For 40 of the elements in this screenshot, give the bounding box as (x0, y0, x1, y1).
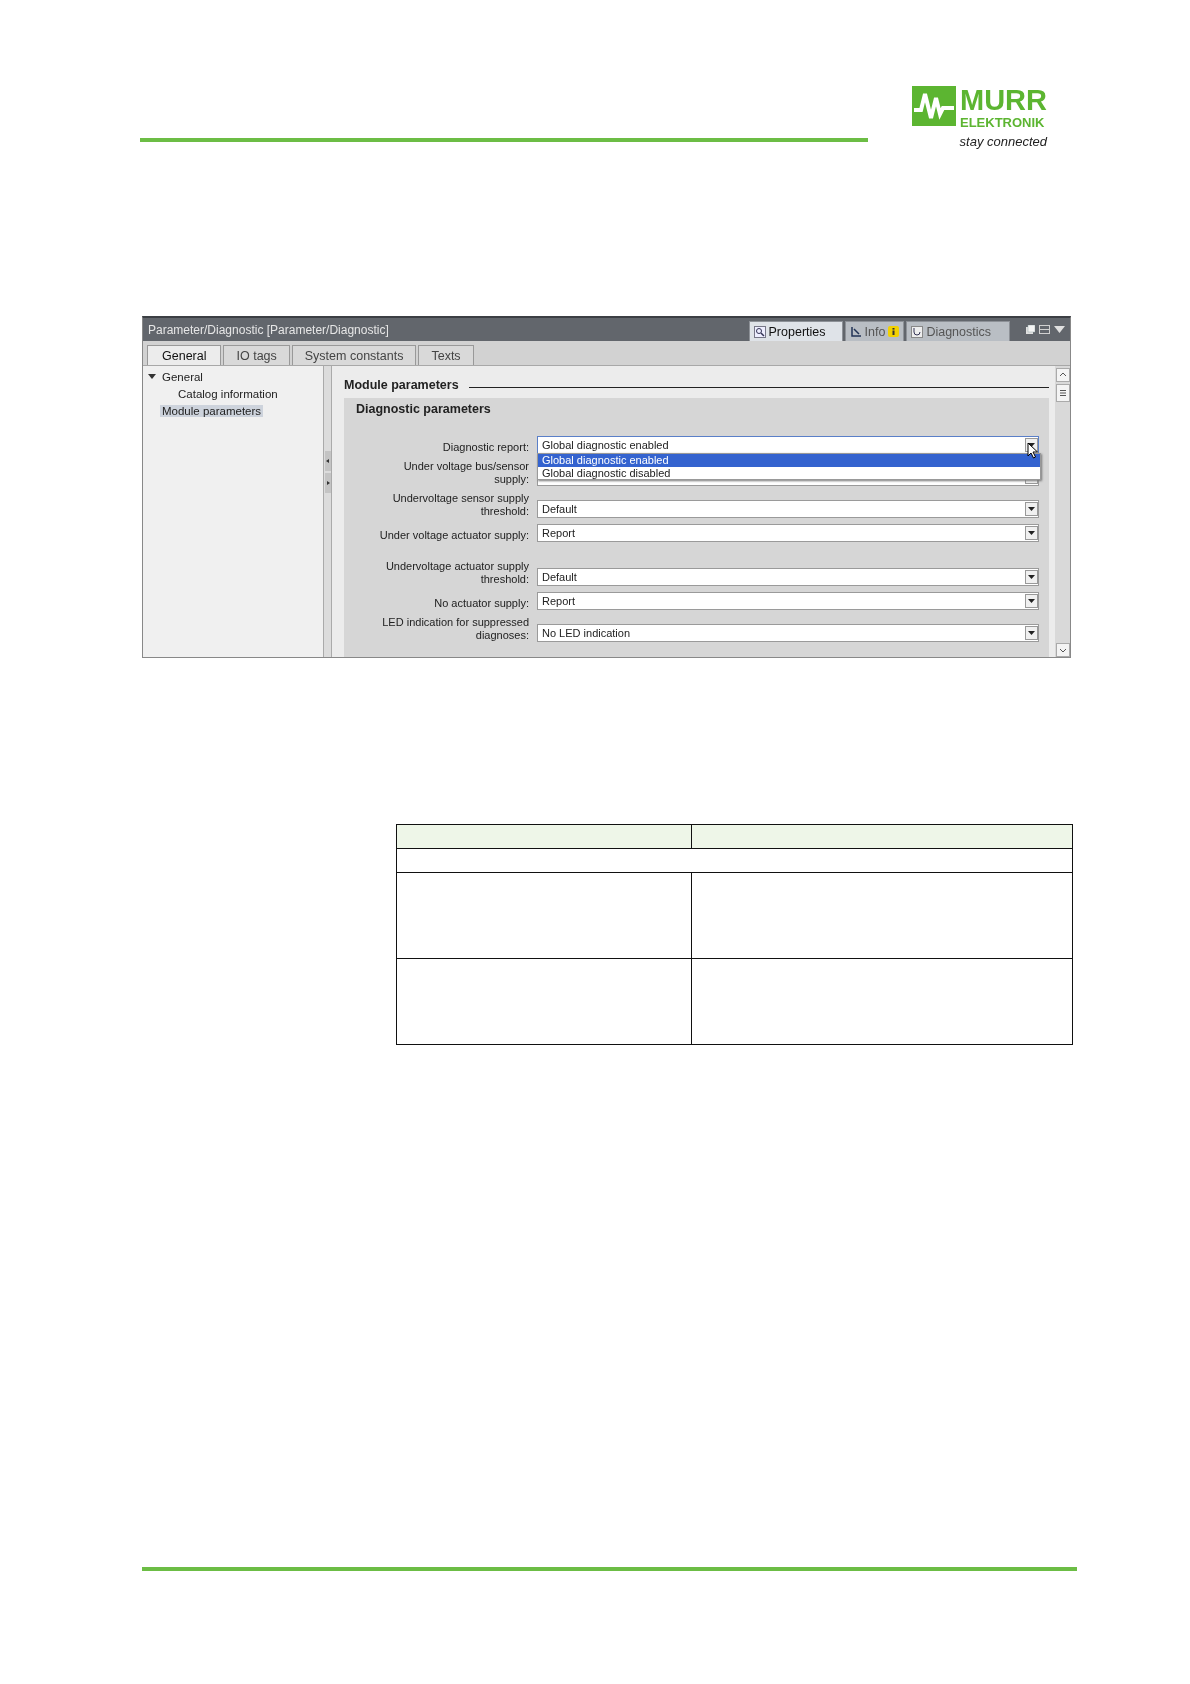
field-label: Diagnostic report: (441, 441, 530, 454)
layout-icon[interactable] (1039, 325, 1050, 334)
dropdown-option[interactable]: Global diagnostic disabled (538, 466, 1040, 479)
field-label: Under voltage actuator supply: (378, 529, 530, 542)
field-label: Undervoltage actuator supply threshold: (384, 560, 530, 586)
scroll-thumb-icon[interactable] (1055, 384, 1070, 402)
panel-tab[interactable]: Diagnostics (906, 321, 1010, 341)
tab[interactable]: IO tags (223, 345, 290, 365)
field-label: Undervoltage sensor supply threshold: (391, 492, 530, 518)
panel-tab[interactable]: Properties (748, 321, 843, 341)
tree-item[interactable]: Module parameters (160, 404, 264, 417)
company-logo: MURR ELEKTRONIK stay connected (912, 86, 1047, 149)
dropdown-field[interactable]: Default (537, 500, 1039, 518)
logo-mark-icon (912, 86, 956, 126)
restore-icon[interactable] (1026, 325, 1035, 334)
dropdown-option[interactable]: Global diagnostic enabled (538, 454, 1040, 467)
info-icon (888, 326, 900, 337)
expanded-caret-icon[interactable] (148, 373, 156, 380)
field-label: LED indication for suppressed diagnoses: (381, 616, 530, 642)
field-label: Under voltage bus/sensor supply: (402, 460, 530, 486)
expand-right-icon[interactable] (324, 472, 331, 493)
scroll-down-icon[interactable] (1055, 643, 1070, 657)
panel-tab[interactable]: Info (844, 321, 905, 341)
group-title: Diagnostic parameters (356, 402, 492, 418)
section-title: Module parameters (344, 378, 459, 392)
dropdown-field[interactable]: Report (537, 592, 1039, 610)
dropdown-field[interactable]: Report (537, 524, 1039, 542)
dropdown-field[interactable]: Default (537, 568, 1039, 586)
tab[interactable]: General (147, 345, 222, 365)
tab[interactable]: Texts (418, 345, 474, 365)
magnifier-icon (753, 325, 766, 338)
tree-item[interactable]: General (160, 370, 205, 383)
window-title: Parameter/Diagnostic [Parameter/Diagnostic] (148, 322, 390, 337)
scroll-up-icon[interactable] (1055, 368, 1070, 382)
field-label: No actuator supply: (433, 597, 530, 610)
tree-item[interactable]: Catalog information (176, 387, 280, 400)
dropdown-field[interactable]: No LED indication (537, 624, 1039, 642)
tab[interactable]: System constants (291, 345, 417, 365)
scrollbar[interactable] (1055, 366, 1070, 657)
collapse-left-icon[interactable] (324, 450, 331, 471)
